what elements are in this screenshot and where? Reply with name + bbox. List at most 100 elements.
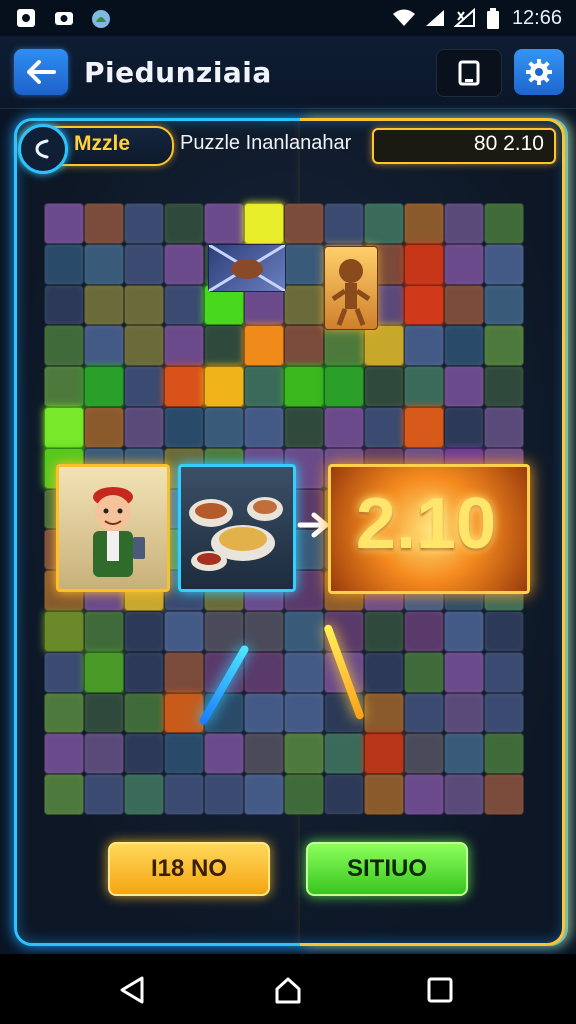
puzzle-piece[interactable] xyxy=(364,406,404,448)
puzzle-piece[interactable] xyxy=(164,203,204,244)
right-action-button[interactable]: SITIUO xyxy=(306,842,468,896)
puzzle-piece[interactable] xyxy=(444,692,484,734)
puzzle-piece[interactable] xyxy=(124,610,164,652)
puzzle-piece[interactable] xyxy=(404,774,444,815)
puzzle-piece[interactable] xyxy=(364,366,404,407)
puzzle-piece[interactable] xyxy=(284,325,324,367)
puzzle-piece[interactable] xyxy=(404,325,444,367)
puzzle-piece[interactable] xyxy=(164,692,204,734)
puzzle-piece[interactable] xyxy=(484,203,524,244)
puzzle-piece[interactable] xyxy=(84,733,124,775)
puzzle-piece[interactable] xyxy=(44,366,84,407)
puzzle-piece[interactable] xyxy=(204,733,244,775)
puzzle-piece[interactable] xyxy=(484,651,524,693)
puzzle-piece[interactable] xyxy=(164,325,204,367)
puzzle-piece[interactable] xyxy=(164,406,204,448)
puzzle-piece[interactable] xyxy=(364,774,404,815)
puzzle-piece[interactable] xyxy=(404,733,444,775)
puzzle-piece[interactable] xyxy=(84,366,124,407)
puzzle-piece[interactable] xyxy=(84,651,124,693)
puzzle-piece[interactable] xyxy=(124,243,164,285)
puzzle-piece[interactable] xyxy=(444,651,484,693)
puzzle-piece[interactable] xyxy=(284,733,324,775)
food-card[interactable] xyxy=(178,464,296,592)
puzzle-piece[interactable] xyxy=(324,203,364,244)
puzzle-piece[interactable] xyxy=(444,774,484,815)
puzzle-piece[interactable] xyxy=(204,406,244,448)
puzzle-piece[interactable] xyxy=(364,325,404,367)
puzzle-piece[interactable] xyxy=(284,366,324,407)
puzzle-piece[interactable] xyxy=(284,284,324,326)
puzzle-piece[interactable] xyxy=(244,325,284,367)
puzzle-piece[interactable] xyxy=(164,774,204,815)
puzzle-piece[interactable] xyxy=(284,774,324,815)
puzzle-piece[interactable] xyxy=(124,406,164,448)
puzzle-piece[interactable] xyxy=(44,203,84,244)
puzzle-piece[interactable] xyxy=(84,243,124,285)
puzzle-piece[interactable] xyxy=(124,692,164,734)
puzzle-piece[interactable] xyxy=(324,406,364,448)
puzzle-piece[interactable] xyxy=(164,651,204,693)
puzzle-piece[interactable] xyxy=(44,406,84,448)
puzzle-piece[interactable] xyxy=(364,692,404,734)
phone-button[interactable] xyxy=(18,124,68,174)
puzzle-piece[interactable] xyxy=(404,406,444,448)
puzzle-piece[interactable] xyxy=(484,692,524,734)
puzzle-piece[interactable] xyxy=(444,325,484,367)
puzzle-piece[interactable] xyxy=(164,243,204,285)
puzzle-piece[interactable] xyxy=(244,366,284,407)
puzzle-piece[interactable] xyxy=(164,610,204,652)
puzzle-piece[interactable] xyxy=(244,406,284,448)
puzzle-piece[interactable] xyxy=(84,284,124,326)
puzzle-piece[interactable] xyxy=(244,733,284,775)
puzzle-piece[interactable] xyxy=(364,203,404,244)
puzzle-piece[interactable] xyxy=(444,203,484,244)
settings-button[interactable] xyxy=(514,49,564,95)
puzzle-piece[interactable] xyxy=(284,651,324,693)
puzzle-piece[interactable] xyxy=(124,366,164,407)
puzzle-piece[interactable] xyxy=(484,284,524,326)
puzzle-piece[interactable] xyxy=(364,610,404,652)
puzzle-piece[interactable] xyxy=(484,366,524,407)
puzzle-piece[interactable] xyxy=(444,284,484,326)
puzzle-piece[interactable] xyxy=(204,325,244,367)
puzzle-piece[interactable] xyxy=(44,325,84,367)
puzzle-piece[interactable] xyxy=(284,203,324,244)
puzzle-piece[interactable] xyxy=(324,733,364,775)
puzzle-piece[interactable] xyxy=(404,610,444,652)
puzzle-piece[interactable] xyxy=(404,284,444,326)
puzzle-piece[interactable] xyxy=(484,610,524,652)
puzzle-piece[interactable] xyxy=(44,610,84,652)
puzzle-piece[interactable] xyxy=(324,774,364,815)
puzzle-piece[interactable] xyxy=(404,366,444,407)
puzzle-piece[interactable] xyxy=(404,203,444,244)
puzzle-piece[interactable] xyxy=(44,733,84,775)
puzzle-piece[interactable] xyxy=(444,610,484,652)
puzzle-piece[interactable] xyxy=(444,366,484,407)
pasta-tile[interactable] xyxy=(208,243,286,293)
puzzle-piece[interactable] xyxy=(84,406,124,448)
puzzle-piece[interactable] xyxy=(204,366,244,407)
puzzle-piece[interactable] xyxy=(284,692,324,734)
puzzle-piece[interactable] xyxy=(84,325,124,367)
puzzle-piece[interactable] xyxy=(404,243,444,285)
puzzle-piece[interactable] xyxy=(84,774,124,815)
tablet-button[interactable] xyxy=(436,49,502,97)
idol-tile[interactable] xyxy=(324,246,378,330)
puzzle-piece[interactable] xyxy=(44,774,84,815)
puzzle-piece[interactable] xyxy=(44,692,84,734)
puzzle-piece[interactable] xyxy=(484,325,524,367)
home-nav-button[interactable] xyxy=(270,972,306,1008)
puzzle-piece[interactable] xyxy=(164,284,204,326)
puzzle-piece[interactable] xyxy=(284,610,324,652)
puzzle-piece[interactable] xyxy=(484,406,524,448)
puzzle-piece[interactable] xyxy=(244,610,284,652)
puzzle-piece[interactable] xyxy=(404,651,444,693)
puzzle-piece[interactable] xyxy=(204,203,244,244)
puzzle-piece[interactable] xyxy=(204,610,244,652)
puzzle-piece[interactable] xyxy=(44,284,84,326)
left-action-button[interactable]: I18 NO xyxy=(108,842,270,896)
puzzle-piece[interactable] xyxy=(364,733,404,775)
puzzle-piece[interactable] xyxy=(364,651,404,693)
puzzle-piece[interactable] xyxy=(44,651,84,693)
